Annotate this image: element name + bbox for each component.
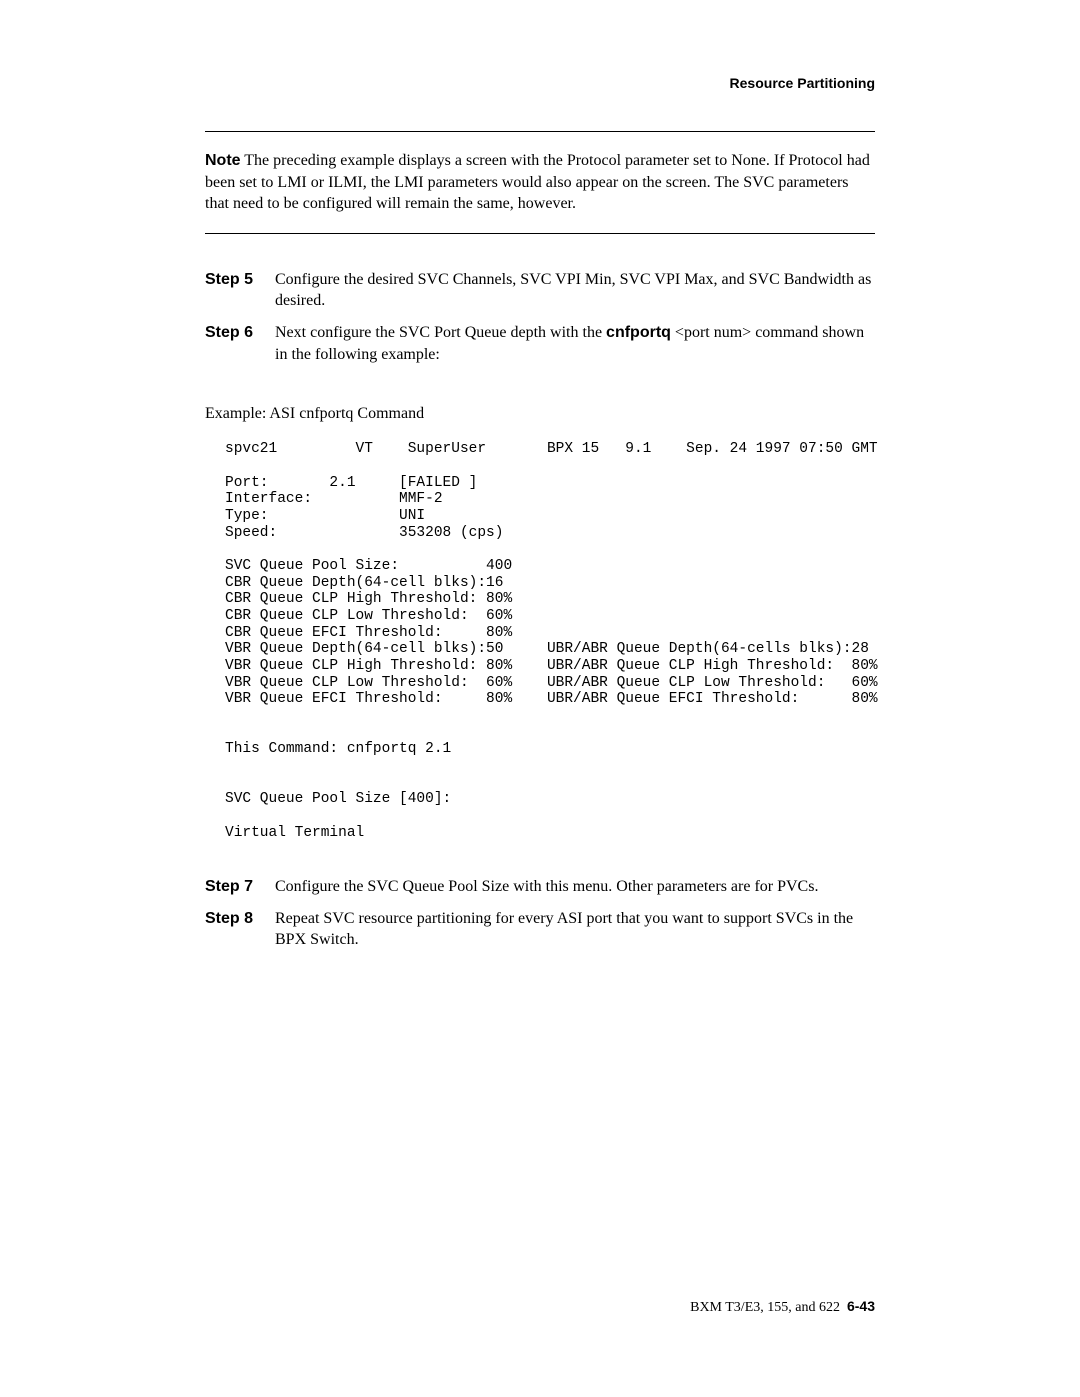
cnfportq-command: cnfportq	[606, 324, 671, 341]
divider-top	[205, 131, 875, 132]
footer-book: BXM T3/E3, 155, and 622	[690, 1300, 840, 1315]
step-5: Step 5 Configure the desired SVC Channel…	[205, 269, 875, 312]
divider-bottom	[205, 233, 875, 234]
step-6: Step 6 Next configure the SVC Port Queue…	[205, 322, 875, 365]
step-text: Configure the SVC Queue Pool Size with t…	[275, 876, 875, 898]
footer-page: 6-43	[847, 1298, 875, 1314]
step-label: Step 6	[205, 322, 275, 365]
step-label: Step 5	[205, 269, 275, 312]
step-text: Configure the desired SVC Channels, SVC …	[275, 269, 875, 312]
steps-group-b: Step 7 Configure the SVC Queue Pool Size…	[205, 876, 875, 951]
step-label: Step 8	[205, 908, 275, 951]
note-label: Note	[205, 152, 241, 169]
step-text: Repeat SVC resource partitioning for eve…	[275, 908, 875, 951]
step-8: Step 8 Repeat SVC resource partitioning …	[205, 908, 875, 951]
page-content: Resource Partitioning Note The preceding…	[205, 75, 875, 961]
terminal-output: spvc21 VT SuperUser BPX 15 9.1 Sep. 24 1…	[225, 441, 875, 841]
step-label: Step 7	[205, 876, 275, 898]
note-block: Note The preceding example displays a sc…	[205, 150, 875, 215]
section-header: Resource Partitioning	[205, 75, 875, 91]
page-footer: BXM T3/E3, 155, and 622 6-43	[205, 1298, 875, 1316]
note-text: The preceding example displays a screen …	[205, 152, 870, 212]
step-7: Step 7 Configure the SVC Queue Pool Size…	[205, 876, 875, 898]
steps-group-a: Step 5 Configure the desired SVC Channel…	[205, 269, 875, 365]
example-title: Example: ASI cnfportq Command	[205, 405, 875, 423]
step-text: Next configure the SVC Port Queue depth …	[275, 322, 875, 365]
step-6-before: Next configure the SVC Port Queue depth …	[275, 324, 606, 341]
